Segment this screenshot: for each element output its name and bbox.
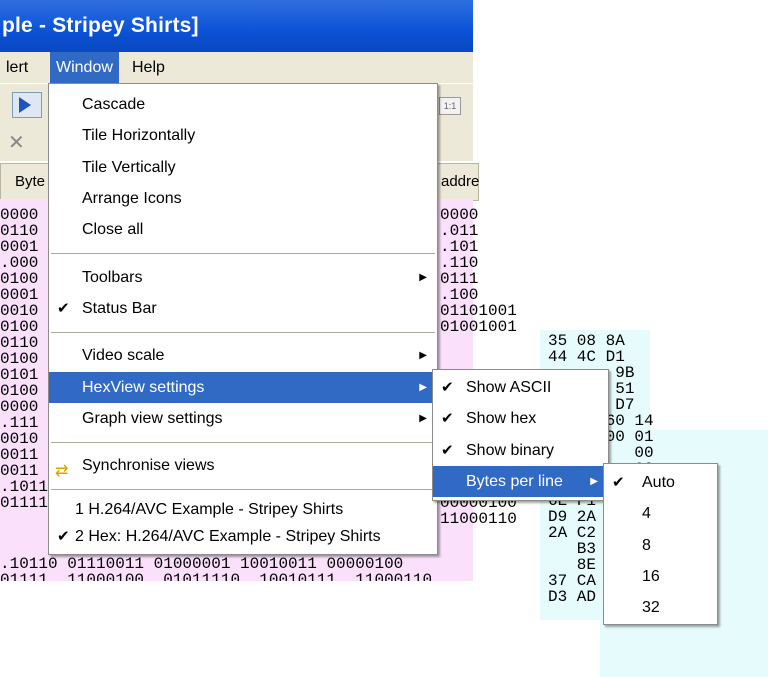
submenu-arrow-icon: ▶	[419, 350, 427, 361]
hexview-settings-submenu: ✔ Show ASCII ✔ Show hex ✔ Show binary Bytes…	[432, 369, 609, 501]
menu-item-window-2[interactable]: ✔ 2 Hex: H.264/AVC Example - Stripey Shir…	[49, 521, 437, 552]
menu-item-show-hex[interactable]: ✔ Show hex	[433, 403, 608, 434]
menu-item-bytes-32[interactable]: 32	[604, 592, 717, 623]
bytes-per-line-submenu: ✔ Auto 4 8 16 32	[603, 463, 718, 625]
menu-separator	[51, 332, 435, 333]
menu-separator	[51, 253, 435, 254]
column-header-address[interactable]: addre	[436, 163, 479, 201]
menu-item-graph-view-settings[interactable]: Graph view settings ▶	[49, 403, 437, 434]
play-icon	[19, 97, 31, 113]
menu-item-bytes-4[interactable]: 4	[604, 498, 717, 529]
menu-item-arrange-icons[interactable]: Arrange Icons	[49, 183, 437, 214]
menu-item-bytes-per-line[interactable]: Bytes per line ▶	[433, 466, 608, 497]
menu-item-cascade[interactable]: Cascade	[49, 89, 437, 120]
menu-separator	[51, 442, 435, 443]
sync-views-icon: ⇄	[55, 463, 69, 480]
check-icon: ✔	[441, 379, 454, 396]
binary-bottom-row-2: 01111 11000100 01011110 10010111 1100011…	[0, 572, 433, 581]
menu-separator	[51, 489, 435, 490]
menu-item-bytes-auto[interactable]: ✔ Auto	[604, 467, 717, 498]
submenu-arrow-icon: ▶	[419, 382, 427, 393]
check-icon: ✔	[57, 300, 70, 317]
submenu-arrow-icon: ▶	[419, 272, 427, 283]
menu-alert[interactable]: lert	[0, 52, 34, 83]
submenu-arrow-icon: ▶	[590, 476, 598, 487]
menu-item-bytes-8[interactable]: 8	[604, 530, 717, 561]
window-title: ple - Stripey Shirts]	[2, 14, 199, 37]
menu-item-toolbars[interactable]: Toolbars ▶	[49, 262, 437, 293]
menu-item-hexview-settings[interactable]: HexView settings ▶	[49, 372, 437, 403]
menu-item-status-bar[interactable]: ✔ Status Bar	[49, 293, 437, 324]
binary-bottom-row: .10110 01110011 01000001 10010011 000001…	[0, 555, 404, 573]
zoom-1to1-button[interactable]: 1:1	[439, 97, 461, 115]
mute-icon[interactable]: ✕	[8, 130, 25, 155]
menu-item-tile-horizontally[interactable]: Tile Horizontally	[49, 120, 437, 151]
window-menu: Cascade Tile Horizontally Tile Verticall…	[48, 83, 438, 555]
submenu-arrow-icon: ▶	[419, 413, 427, 424]
menu-item-tile-vertically[interactable]: Tile Vertically	[49, 152, 437, 183]
menu-item-bytes-16[interactable]: 16	[604, 561, 717, 592]
check-icon: ✔	[612, 474, 625, 491]
menu-item-show-binary[interactable]: ✔ Show binary	[433, 435, 608, 466]
menu-item-synchronise-views[interactable]: ⇄ Synchronise views	[49, 450, 437, 481]
menu-item-video-scale[interactable]: Video scale ▶	[49, 340, 437, 371]
menu-bar: lert Window Help	[0, 52, 473, 83]
menu-window[interactable]: Window	[50, 52, 119, 83]
check-icon: ✔	[57, 528, 70, 545]
menu-help[interactable]: Help	[126, 52, 171, 83]
play-button[interactable]	[12, 92, 42, 118]
menu-item-close-all[interactable]: Close all	[49, 214, 437, 245]
check-icon: ✔	[441, 442, 454, 459]
check-icon: ✔	[441, 410, 454, 427]
window-titlebar: ple - Stripey Shirts]	[0, 0, 473, 52]
menu-item-show-ascii[interactable]: ✔ Show ASCII	[433, 372, 608, 403]
